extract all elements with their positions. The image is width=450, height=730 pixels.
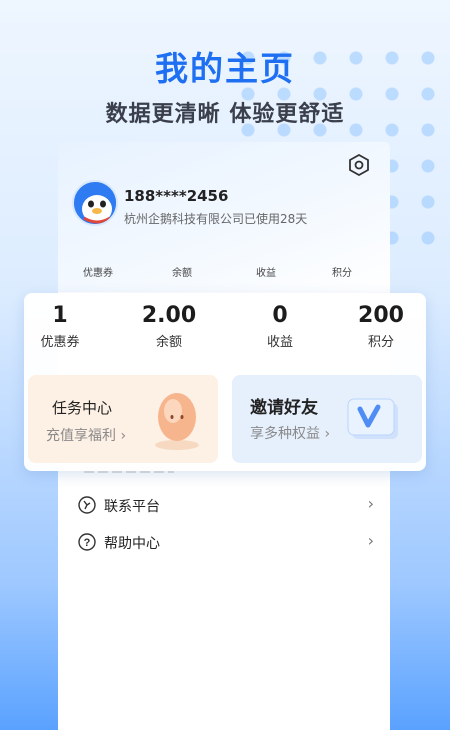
stat-value: 1	[52, 303, 68, 328]
mini-stat-label: 收益	[256, 268, 276, 279]
stat-points[interactable]: 200 积分	[336, 301, 426, 350]
task-center-card[interactable]: 任务中心 充值享福利 ›	[28, 375, 218, 463]
egg-icon	[152, 387, 202, 451]
mini-stat-label: 积分	[332, 268, 352, 279]
invite-friends-card[interactable]: 邀请好友 享多种权益 ›	[232, 375, 422, 463]
task-center-subtitle: 充值享福利 ›	[46, 428, 127, 444]
settings-icon[interactable]	[348, 153, 370, 177]
menu-item-contact[interactable]: 联系平台 ›	[78, 494, 378, 518]
user-phone: 188****2456	[124, 187, 229, 205]
menu-item-help[interactable]: ? 帮助中心 ›	[78, 531, 378, 555]
mini-stat-label: 优惠券	[83, 268, 113, 279]
help-icon: ?	[78, 533, 96, 551]
mini-stat-label: 余额	[172, 268, 192, 279]
invite-friends-title: 邀请好友	[250, 398, 318, 418]
mini-stats-row: 优惠券 余额 收益 积分	[58, 264, 390, 282]
page-subline: 数据更清晰 体验更舒适	[105, 102, 345, 127]
page-headline: 我的主页	[155, 49, 295, 88]
invite-friends-subtitle: 享多种权益 ›	[250, 426, 331, 442]
stat-label: 积分	[367, 335, 394, 350]
menu-item-label: 帮助中心	[104, 536, 160, 552]
menu-item-label: 联系平台	[104, 499, 160, 515]
stat-label: 余额	[155, 335, 182, 350]
chevron-right-icon: ›	[367, 531, 374, 550]
stat-value: 2.00	[141, 303, 197, 328]
avatar[interactable]	[72, 180, 118, 226]
stat-value: 0	[272, 303, 288, 328]
stat-balance[interactable]: 2.00 余额	[124, 301, 214, 350]
stat-value: 200	[358, 303, 404, 328]
contact-icon	[78, 496, 96, 514]
chevron-right-icon: ›	[367, 494, 374, 513]
stats-card: 1 优惠券 2.00 余额 0 收益 200 积分 任务中心 充值享福利 › 邀…	[24, 293, 426, 471]
stat-label: 收益	[266, 335, 293, 350]
company-usage: 杭州企鹅科技有限公司已使用28天	[124, 212, 308, 226]
stat-earnings[interactable]: 0 收益	[235, 301, 325, 350]
vip-card-icon	[346, 393, 404, 445]
svg-text:?: ?	[84, 537, 91, 549]
stat-label: 优惠券	[40, 335, 80, 350]
task-center-title: 任务中心	[52, 399, 113, 417]
stat-coupons[interactable]: 1 优惠券	[15, 301, 105, 350]
